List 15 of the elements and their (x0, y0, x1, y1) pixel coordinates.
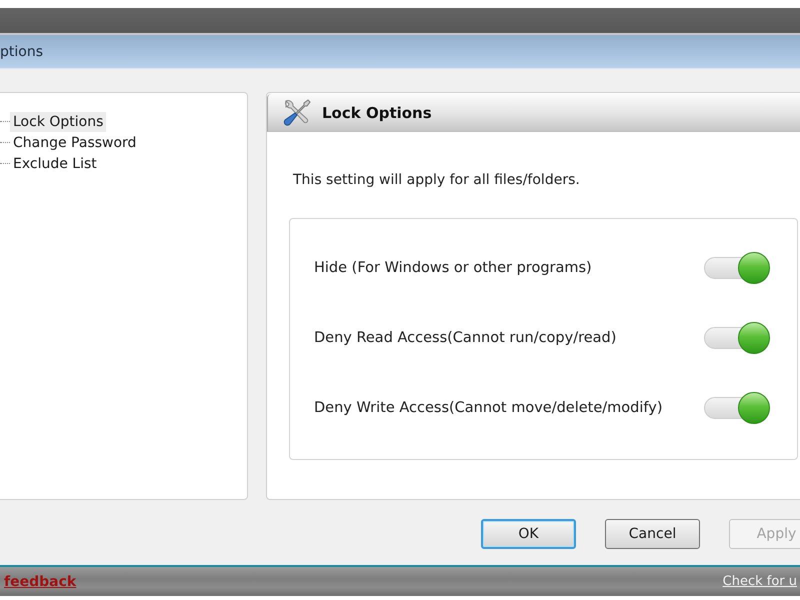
tree-item[interactable]: Exclude List (10, 154, 100, 174)
tree-item[interactable]: Change Password (10, 132, 140, 152)
option-label: Hide (For Windows or other programs) (314, 260, 592, 276)
panel-title: Lock Options (322, 104, 432, 122)
toggle-switch[interactable] (704, 391, 771, 425)
toggle-switch[interactable] (704, 321, 771, 355)
tree-item[interactable]: Lock Options (10, 112, 106, 132)
dialog-button[interactable]: Cancel (605, 519, 700, 549)
option-label: Deny Read Access(Cannot run/copy/read) (314, 330, 616, 346)
description-text: This setting will apply for all files/folders. (293, 172, 581, 188)
dialog-button[interactable]: OK (481, 519, 576, 549)
toggle-switch[interactable] (704, 251, 771, 285)
window-title: ptions (0, 44, 43, 60)
option-label: Deny Write Access(Cannot move/delete/modify) (314, 400, 662, 416)
wrench-screwdriver-icon (282, 98, 312, 128)
